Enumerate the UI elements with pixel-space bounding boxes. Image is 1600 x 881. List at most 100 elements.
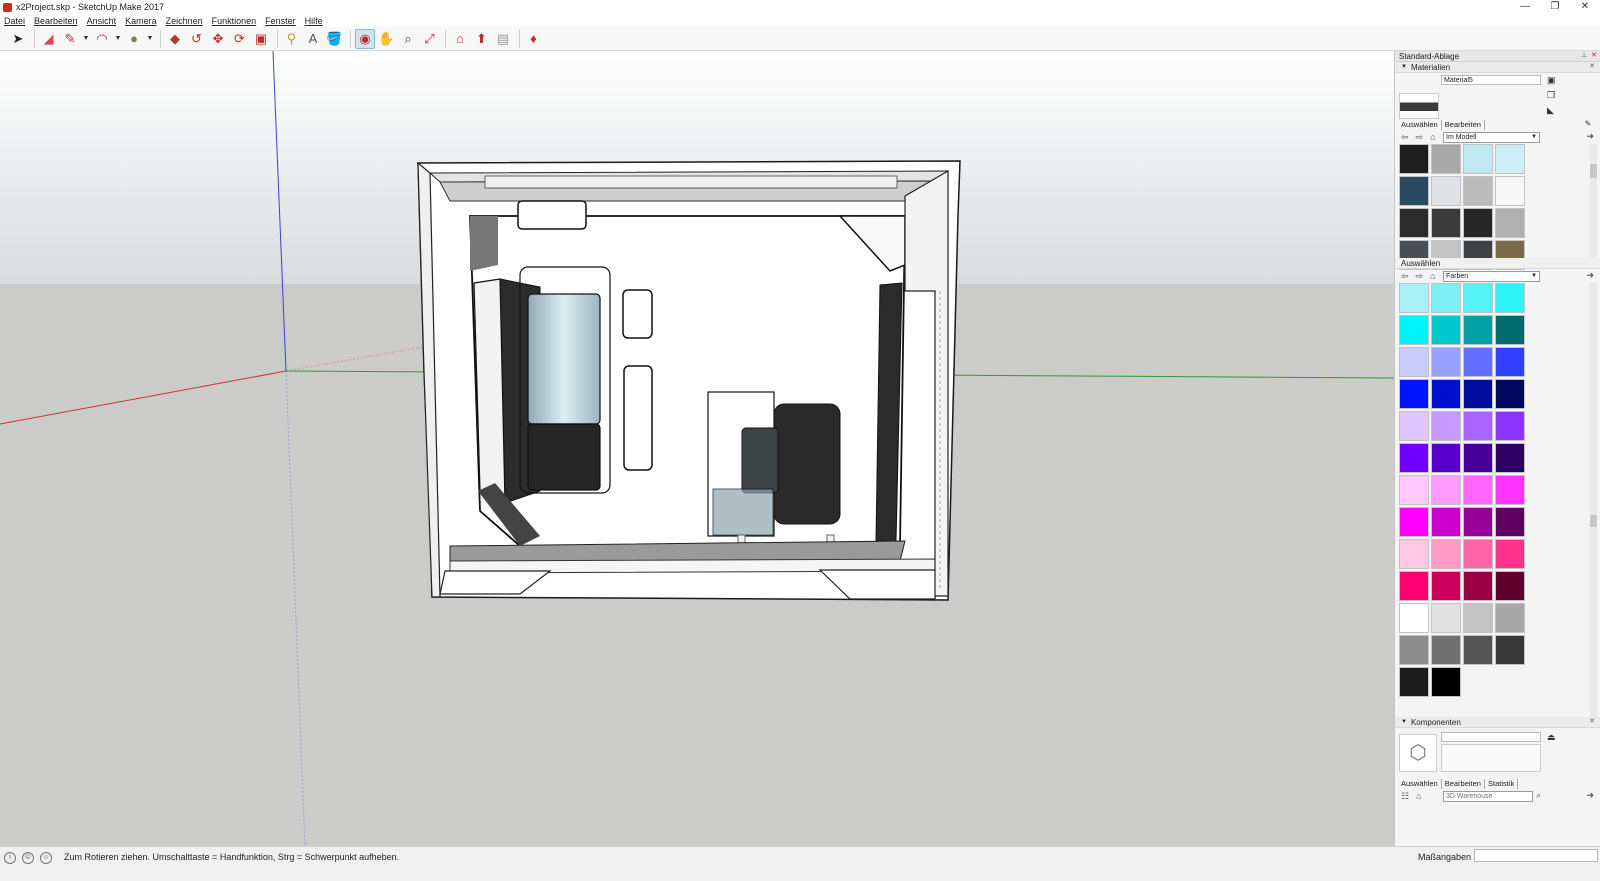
color-swatch[interactable] — [1399, 411, 1429, 441]
details-arrow-icon[interactable]: ➜ — [1586, 790, 1594, 801]
color-swatch[interactable] — [1399, 539, 1429, 569]
color-swatch[interactable] — [1431, 315, 1461, 345]
color-swatch[interactable] — [1463, 603, 1493, 633]
color-swatch[interactable] — [1495, 635, 1525, 665]
material-swatch[interactable] — [1431, 208, 1461, 238]
pin-icon[interactable]: ⊥ — [1581, 52, 1587, 59]
color-swatch[interactable] — [1431, 283, 1461, 313]
color-swatch[interactable] — [1495, 411, 1525, 441]
colors-collection-select[interactable]: Farben ▼ — [1443, 271, 1540, 282]
orbit-tool-button[interactable]: ◉ — [355, 28, 375, 49]
color-swatch[interactable] — [1399, 507, 1429, 537]
material-swatch[interactable] — [1431, 144, 1461, 174]
user-icon[interactable]: ☺ — [40, 852, 52, 864]
eraser-tool-button[interactable]: ◢ — [39, 29, 59, 49]
model-canvas[interactable] — [0, 51, 1394, 846]
materials-header[interactable]: ▼ Materialien ✕ — [1395, 62, 1600, 73]
material-swatch[interactable] — [1399, 208, 1429, 238]
details-arrow-icon[interactable]: ➜ — [1586, 131, 1594, 142]
zoom-tool-button[interactable]: ⌕ — [398, 29, 418, 49]
measurements-input[interactable] — [1474, 849, 1598, 862]
material-swatch[interactable] — [1431, 176, 1461, 206]
arc-tool-button[interactable]: ◠ — [92, 29, 112, 49]
warehouse-tool-button[interactable]: ⌂ — [450, 29, 470, 49]
credits-icon[interactable]: © — [22, 852, 34, 864]
color-swatch[interactable] — [1431, 635, 1461, 665]
tape-tool-button[interactable]: ⚲ — [282, 29, 302, 49]
materials-close-icon[interactable]: ✕ — [1589, 62, 1595, 70]
color-swatch[interactable] — [1399, 603, 1429, 633]
color-swatch[interactable] — [1431, 539, 1461, 569]
material-swatch[interactable] — [1495, 208, 1525, 238]
components-close-icon[interactable]: ✕ — [1589, 717, 1595, 725]
home-icon[interactable]: ⌂ — [1430, 271, 1435, 281]
maximize-button[interactable]: ❐ — [1540, 0, 1570, 14]
create-material-icon[interactable]: ❒ — [1547, 90, 1555, 101]
material-swatch[interactable] — [1399, 176, 1429, 206]
color-swatch[interactable] — [1431, 667, 1461, 697]
pencil-tool-dropdown-arrow-icon[interactable]: ▼ — [82, 29, 91, 49]
select-tool-button[interactable]: ➤ — [8, 29, 28, 49]
color-swatch[interactable] — [1431, 571, 1461, 601]
color-swatch[interactable] — [1495, 571, 1525, 601]
color-swatch[interactable] — [1495, 347, 1525, 377]
material-swatch[interactable] — [1495, 144, 1525, 174]
color-swatch[interactable] — [1495, 379, 1525, 409]
geo-location-icon[interactable]: i — [4, 852, 16, 864]
component-save-icon[interactable]: ⏏ — [1547, 732, 1556, 743]
minimize-button[interactable]: — — [1510, 0, 1540, 14]
collapse-triangle-icon[interactable]: ▼ — [1401, 719, 1407, 725]
materials-scroll-thumb[interactable] — [1590, 164, 1597, 178]
color-swatch[interactable] — [1399, 667, 1429, 697]
color-swatch[interactable] — [1495, 315, 1525, 345]
tab-components-select[interactable]: Auswählen — [1398, 779, 1442, 789]
color-swatch[interactable] — [1399, 475, 1429, 505]
menu-hilfe[interactable]: Hilfe — [305, 16, 323, 26]
home-icon[interactable]: ⌂ — [1430, 132, 1435, 142]
home-icon[interactable]: ⌂ — [1416, 791, 1421, 801]
warehouse-search-input[interactable] — [1443, 791, 1533, 802]
tab-components-statistics[interactable]: Statistik — [1485, 779, 1519, 789]
color-swatch[interactable] — [1463, 635, 1493, 665]
color-swatch[interactable] — [1495, 603, 1525, 633]
colors-scroll-thumb[interactable] — [1590, 515, 1597, 527]
material-swatch[interactable] — [1399, 144, 1429, 174]
color-swatch[interactable] — [1463, 347, 1493, 377]
color-swatch[interactable] — [1495, 283, 1525, 313]
color-swatch[interactable] — [1431, 443, 1461, 473]
material-swatch[interactable] — [1463, 144, 1493, 174]
color-swatch[interactable] — [1399, 347, 1429, 377]
ruby-tool-button[interactable]: ♦ — [524, 29, 544, 49]
color-swatch[interactable] — [1463, 507, 1493, 537]
color-swatch[interactable] — [1399, 315, 1429, 345]
component-description-field[interactable] — [1441, 744, 1541, 772]
color-swatch[interactable] — [1431, 347, 1461, 377]
color-swatch[interactable] — [1463, 571, 1493, 601]
color-swatch[interactable] — [1431, 603, 1461, 633]
tab-materials-edit[interactable]: Bearbeiten — [1442, 120, 1485, 130]
forward-arrow-icon[interactable]: ⇨ — [1416, 132, 1424, 143]
material-swatch[interactable] — [1495, 176, 1525, 206]
color-swatch[interactable] — [1399, 635, 1429, 665]
view-options-icon[interactable]: ☷ — [1401, 791, 1409, 802]
arc-tool-dropdown-arrow-icon[interactable]: ▼ — [114, 29, 123, 49]
material-swatch[interactable] — [1463, 176, 1493, 206]
forward-arrow-icon[interactable]: ⇨ — [1416, 271, 1424, 282]
pc-case-model[interactable] — [417, 160, 961, 601]
material-name-field[interactable]: Material5 — [1441, 75, 1541, 85]
collapse-triangle-icon[interactable]: ▼ — [1401, 64, 1407, 70]
menu-bearbeiten[interactable]: Bearbeiten — [34, 16, 78, 26]
rotate-tool-button[interactable]: ⟳ — [230, 29, 250, 49]
menu-kamera[interactable]: Kamera — [125, 16, 157, 26]
zoom-extents-tool-button[interactable]: ⤢ — [420, 29, 440, 49]
shape-tool-dropdown-arrow-icon[interactable]: ▼ — [146, 29, 155, 49]
color-swatch[interactable] — [1495, 507, 1525, 537]
colors-scrollbar[interactable] — [1590, 283, 1597, 717]
component-name-field[interactable] — [1441, 732, 1541, 742]
color-swatch[interactable] — [1495, 475, 1525, 505]
color-swatch[interactable] — [1495, 539, 1525, 569]
tab-materials-select[interactable]: Auswählen — [1398, 120, 1442, 130]
color-swatch[interactable] — [1431, 379, 1461, 409]
color-swatch[interactable] — [1399, 283, 1429, 313]
save-material-icon[interactable]: ▣ — [1547, 75, 1556, 86]
